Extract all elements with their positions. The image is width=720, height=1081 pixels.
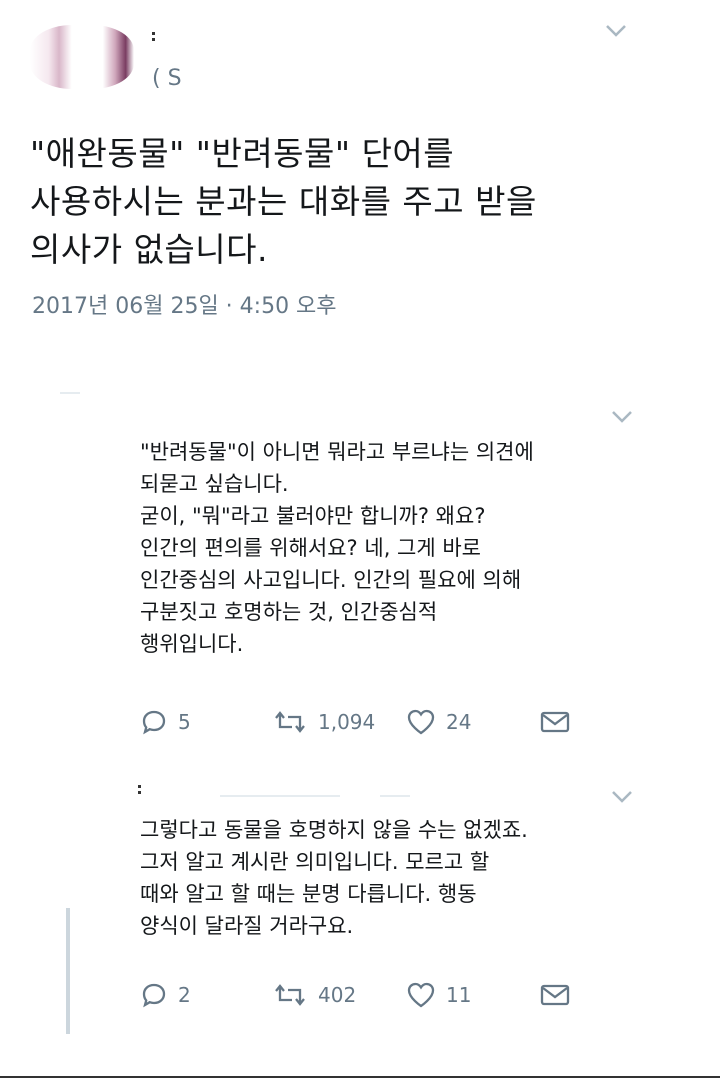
tweet-actions: 2 402 11 [140, 980, 580, 1010]
redacted-mark [138, 782, 142, 794]
chevron-down-icon[interactable] [604, 22, 628, 44]
dm-button[interactable] [540, 983, 570, 1007]
reply-button[interactable]: 5 [140, 708, 272, 736]
reply-button[interactable]: 2 [140, 981, 272, 1009]
like-count: 11 [446, 983, 472, 1007]
retweet-count: 402 [318, 983, 357, 1007]
reply-count: 2 [178, 983, 191, 1007]
like-button[interactable]: 11 [406, 981, 540, 1009]
retweet-count: 1,094 [318, 710, 376, 734]
mail-icon [540, 984, 570, 1006]
retweet-button[interactable]: 1,094 [272, 709, 406, 735]
reply-count: 5 [178, 710, 191, 734]
reply-icon [142, 710, 166, 735]
reply-text: "반려동물"이 아니면 뭐라고 부르냐는 의견에 되묻고 싶습니다. 굳이, "… [140, 440, 534, 656]
reply-text: 그렇다고 동물을 호명하지 않을 수는 없겠죠. 그저 알고 계시란 의미입니다… [140, 818, 528, 938]
dm-button[interactable] [540, 710, 570, 734]
redacted-mark [380, 795, 410, 797]
reply-icon [142, 983, 166, 1008]
avatar[interactable] [30, 25, 134, 89]
retweet-icon [275, 711, 305, 733]
thread-line [66, 908, 70, 1034]
tweet-timestamp[interactable]: 2017년 06월 25일 · 4:50 오후 [32, 288, 337, 320]
user-handle[interactable]: ( S [152, 66, 182, 91]
like-count: 24 [446, 710, 472, 734]
redacted-mark [60, 392, 80, 394]
tweet-text: "애완동물" "반려동물" 단어를 사용하시는 분과는 대화를 주고 받을 의사… [30, 134, 537, 269]
heart-icon [407, 982, 435, 1008]
tweet-actions: 5 1,094 24 [140, 707, 580, 737]
display-name-redacted[interactable] [150, 28, 168, 42]
retweet-icon [275, 984, 305, 1006]
bottom-divider [0, 1076, 720, 1078]
redacted-handle [220, 795, 340, 797]
heart-icon [407, 709, 435, 735]
retweet-button[interactable]: 402 [272, 982, 406, 1008]
like-button[interactable]: 24 [406, 708, 540, 736]
mail-icon [540, 711, 570, 733]
chevron-down-icon[interactable] [610, 788, 634, 810]
chevron-down-icon[interactable] [610, 408, 634, 430]
